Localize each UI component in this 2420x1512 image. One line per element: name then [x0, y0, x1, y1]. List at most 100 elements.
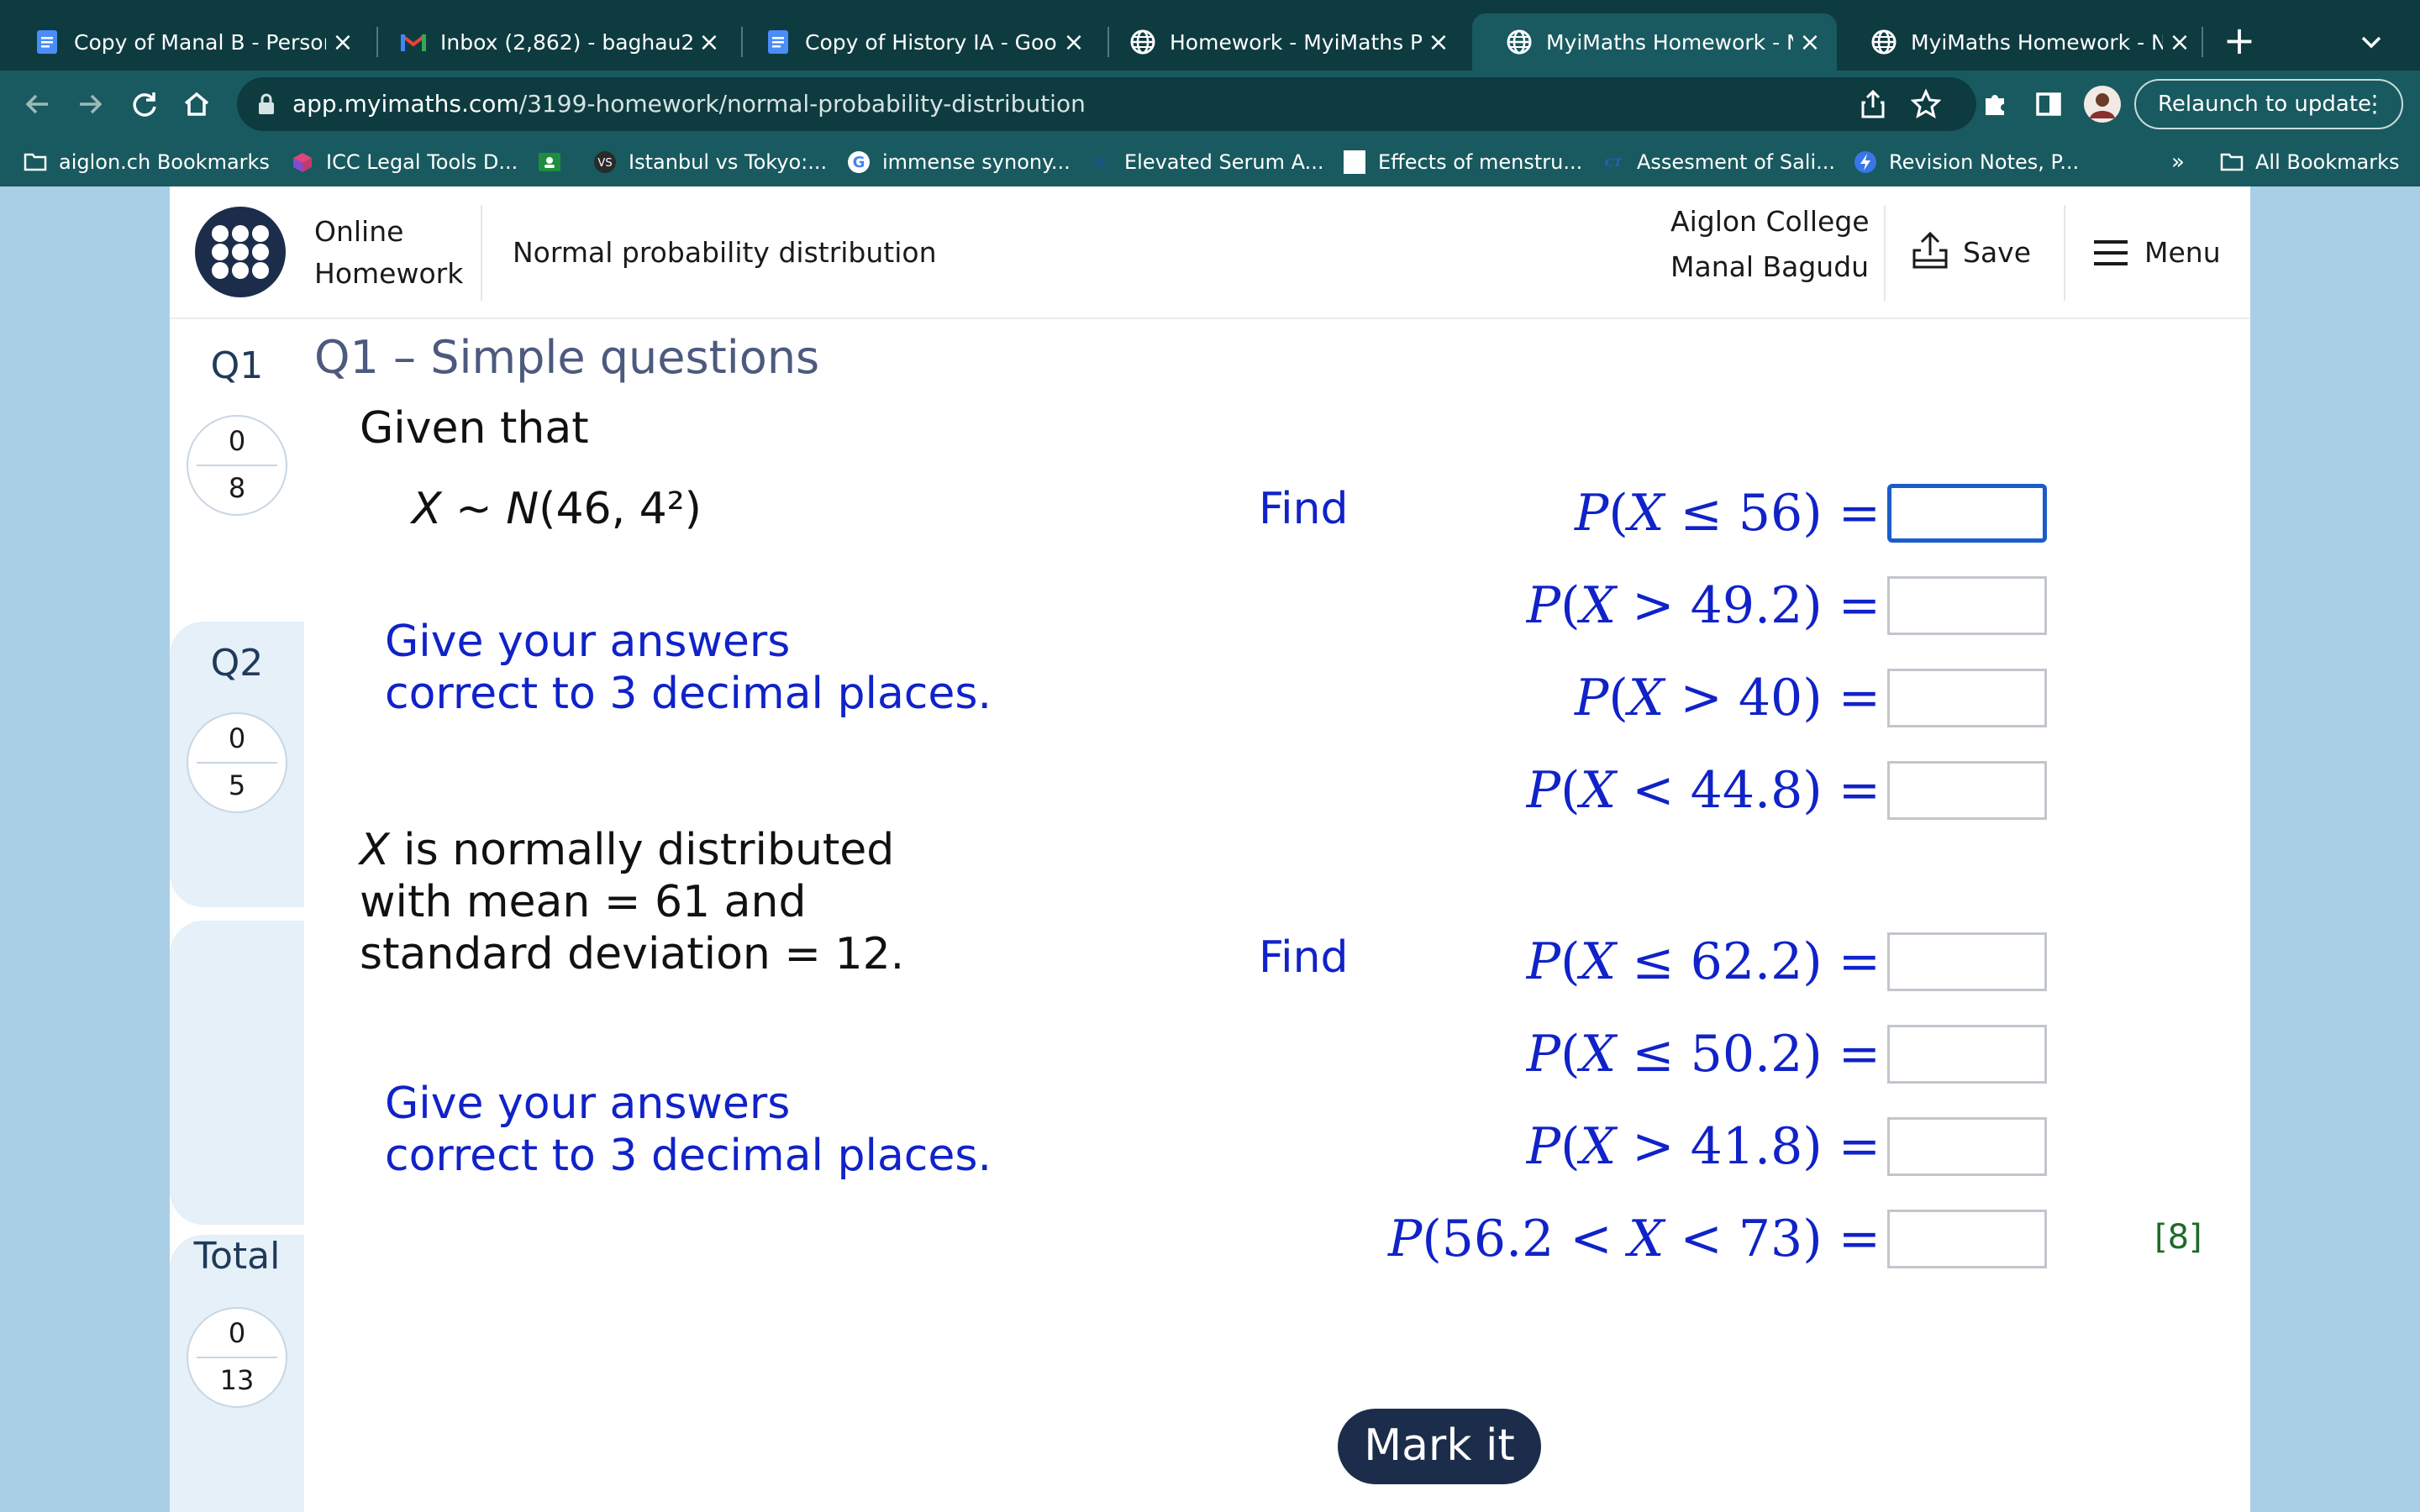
instruction-line-1: Give your answers [385, 617, 791, 667]
question-sidebar: Q1 0 8 Q2 0 5 Total 0 13 [170, 319, 304, 1512]
close-tab-icon[interactable]: × [1793, 28, 1827, 57]
google-icon: G [847, 150, 871, 174]
tab-copy-of-manal-b[interactable]: Copy of Manal B - Persona × [0, 13, 370, 71]
brand-online: Online [314, 215, 404, 248]
answer-input-b4[interactable] [1887, 1210, 2047, 1268]
question-label: Q2 [210, 642, 264, 685]
lock-icon [257, 92, 276, 119]
address-bar[interactable]: app.myimaths.com/3199-homework/normal-pr… [237, 77, 1976, 131]
expr-condition: > 40) = [1664, 669, 1881, 727]
answer-input-b2[interactable] [1887, 1025, 2047, 1084]
url-path: /3199-homework/normal-probability-distri… [518, 90, 1086, 118]
variable-x: X [412, 484, 442, 534]
tab-divider [2202, 27, 2203, 57]
expr-condition: ≤ 56) = [1664, 484, 1881, 543]
browser-tab-bar: Copy of Manal B - Persona × Inbox (2,862… [0, 0, 2420, 71]
globe-icon [1506, 29, 1533, 55]
tab-myimaths-homework[interactable]: MyiMaths Homework - No × [1837, 13, 2207, 71]
expr-condition: < 44.8) = [1616, 761, 1881, 820]
svg-text:CT: CT [1605, 157, 1623, 170]
docs-icon [34, 29, 60, 55]
school-name: Aiglon College [1670, 205, 1870, 238]
bookmark-label: Effects of menstru... [1378, 150, 1583, 174]
distribution-statement: X ~ N(46, 4²) [412, 484, 702, 534]
close-tab-icon[interactable]: × [326, 28, 360, 57]
probability-expression: P(X > 49.2) = [1526, 576, 1881, 635]
question-title: Q1 – Simple questions [314, 331, 820, 384]
bookmark-elevated-serum[interactable]: W Elevated Serum A... [1089, 138, 1324, 186]
save-button[interactable]: Save [1911, 227, 2045, 279]
close-tab-icon[interactable]: × [1422, 28, 1455, 57]
reload-icon[interactable] [123, 82, 166, 126]
answer-input-a3[interactable] [1887, 669, 2047, 727]
bookmark-label: immense synony... [882, 150, 1071, 174]
bookmarks-bar: aiglon.ch Bookmarks ICC Legal Tools D...… [0, 138, 2420, 186]
bookmark-icc-legal-tools[interactable]: ICC Legal Tools D... [291, 138, 518, 186]
bookmark-classroom[interactable] [538, 138, 573, 186]
relaunch-to-update-button[interactable]: Relaunch to update ⋮ [2134, 79, 2403, 129]
vs-icon: VS [593, 150, 617, 174]
more-menu-icon[interactable]: ⋮ [2363, 81, 2386, 128]
upload-save-icon [1911, 230, 1949, 276]
bookmark-star-icon[interactable] [1910, 88, 1942, 123]
gmail-icon [400, 29, 427, 55]
bookmark-effects-of-menstru[interactable]: Effects of menstru... [1343, 138, 1582, 186]
back-arrow-icon[interactable] [15, 82, 59, 126]
tab-title: MyiMaths Homework - No [1911, 29, 2163, 55]
new-tab-button[interactable]: + [2218, 20, 2260, 62]
probability-expression: P(X > 40) = [1574, 669, 1881, 727]
bookmark-istanbul-vs-tokyo[interactable]: VS Istanbul vs Tokyo:... [593, 138, 827, 186]
answer-input-a4[interactable] [1887, 761, 2047, 820]
probability-expression: P(X ≤ 50.2) = [1526, 1025, 1881, 1084]
myimaths-logo-icon [195, 207, 286, 297]
folder-icon [24, 150, 47, 174]
close-tab-icon[interactable]: × [1057, 28, 1091, 57]
homework-page: Online Homework Normal probability distr… [170, 186, 2250, 1512]
extensions-puzzle-icon[interactable] [1973, 82, 2017, 126]
url-text: app.myimaths.com/3199-homework/normal-pr… [292, 77, 1086, 131]
all-bookmarks-label: All Bookmarks [2255, 150, 2400, 174]
tab-title: Inbox (2,862) - baghau21( [440, 29, 692, 55]
forward-arrow-icon[interactable] [69, 82, 113, 126]
close-tab-icon[interactable]: × [692, 28, 726, 57]
share-icon[interactable] [1860, 89, 1886, 123]
tilde: ~ [441, 484, 507, 534]
home-icon[interactable] [175, 82, 218, 126]
bookmark-label: Elevated Serum A... [1124, 150, 1324, 174]
tab-homework-myimaths-portal[interactable]: Homework - MyiMaths Por × [1096, 13, 1465, 71]
find-label: Find [1259, 932, 1349, 983]
expr-condition: ≤ 50.2) = [1616, 1025, 1881, 1084]
bookmark-assesment-of-sali[interactable]: CT Assesment of Sali... [1602, 138, 1835, 186]
given-that-text: Given that [360, 403, 589, 454]
answer-input-a2[interactable] [1887, 576, 2047, 635]
bookmark-immense-synonym[interactable]: Gimmense synony... [847, 138, 1071, 186]
answer-input-b3[interactable] [1887, 1117, 2047, 1176]
tab-search-chevron-icon[interactable] [2353, 24, 2390, 60]
answer-input-b1[interactable] [1887, 932, 2047, 991]
side-panel-icon[interactable] [2027, 82, 2070, 126]
close-tab-icon[interactable]: × [2163, 28, 2196, 57]
mark-it-button[interactable]: Mark it [1338, 1409, 1541, 1484]
question-label: Q1 [210, 344, 264, 387]
bookmark-revision-notes[interactable]: Revision Notes, P... [1854, 138, 2079, 186]
hamburger-menu-icon [2094, 239, 2128, 270]
all-bookmarks-folder[interactable]: All Bookmarks [2220, 138, 2399, 186]
score-circle: 0 8 [187, 415, 287, 516]
expr-condition: > 49.2) = [1616, 576, 1881, 635]
tab-inbox[interactable]: Inbox (2,862) - baghau21( × [366, 13, 736, 71]
answer-input-a1[interactable] [1887, 484, 2047, 543]
menu-button[interactable]: Menu [2094, 227, 2228, 279]
score-max: 5 [228, 769, 246, 801]
more-bookmarks-chevron[interactable]: » [2171, 138, 2185, 186]
instruction-line-2: correct to 3 decimal places. [385, 669, 992, 719]
page-title: Normal probability distribution [513, 236, 937, 269]
bookmark-aiglon-folder[interactable]: aiglon.ch Bookmarks [24, 138, 270, 186]
bookmark-label: Assesment of Sali... [1637, 150, 1836, 174]
score-max: 8 [228, 472, 246, 504]
profile-avatar[interactable] [2081, 82, 2124, 126]
svg-text:G: G [853, 154, 865, 171]
tab-copy-of-history-ia[interactable]: Copy of History IA - Googl × [731, 13, 1101, 71]
header-divider [481, 205, 482, 301]
globe-icon [1129, 29, 1156, 55]
tab-myimaths-homework-active[interactable]: MyiMaths Homework - No × [1472, 13, 1837, 71]
